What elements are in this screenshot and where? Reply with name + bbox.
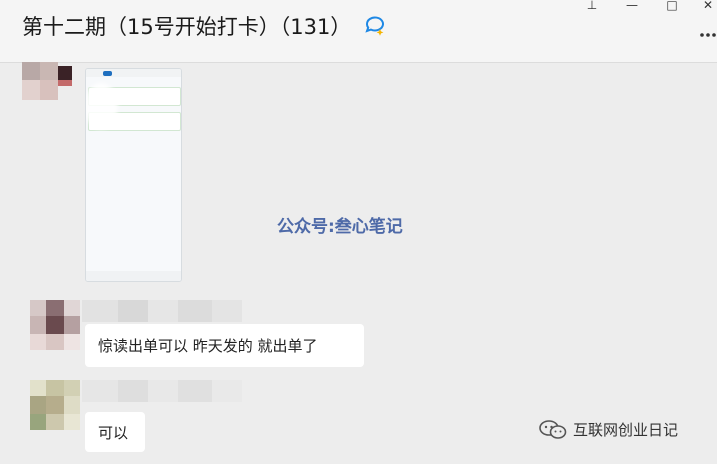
pin-icon[interactable]: ⊥	[584, 0, 600, 12]
blur-patch	[86, 83, 118, 129]
titlebar-divider	[0, 62, 717, 63]
wechat-icon	[539, 419, 567, 439]
sender-name-blurred	[82, 380, 242, 402]
message-text: 惊读出单可以 昨天发的 就出单了	[98, 337, 318, 355]
watermark-text: 互联网创业日记	[573, 421, 679, 439]
avatar[interactable]	[30, 380, 80, 430]
message-text: 可以	[98, 423, 129, 442]
corner-watermark: 互联网创业日记	[539, 419, 678, 440]
sender-name-blurred	[82, 300, 242, 322]
phone-statusbar	[86, 69, 181, 77]
avatar[interactable]	[22, 62, 72, 100]
phone-status-pill	[103, 71, 112, 76]
message-bubble[interactable]: 可以	[85, 412, 145, 452]
image-message[interactable]	[85, 68, 182, 282]
avatar[interactable]	[30, 300, 80, 350]
phone-navbar	[86, 271, 181, 281]
more-options-icon[interactable]	[699, 28, 717, 42]
message-bubble[interactable]: 惊读出单可以 昨天发的 就出单了	[85, 324, 364, 367]
minimize-button[interactable]: —	[624, 0, 640, 12]
close-button[interactable]: ✕	[700, 0, 716, 12]
chat-titlebar: 第十二期（15号开始打卡）（131） ⊥ — □ ✕	[0, 0, 717, 62]
group-chat-icon[interactable]	[364, 16, 386, 36]
maximize-button[interactable]: □	[664, 0, 680, 12]
center-watermark: 公众号:叁心笔记	[277, 217, 403, 237]
chat-title: 第十二期（15号开始打卡）（131）	[22, 15, 352, 39]
